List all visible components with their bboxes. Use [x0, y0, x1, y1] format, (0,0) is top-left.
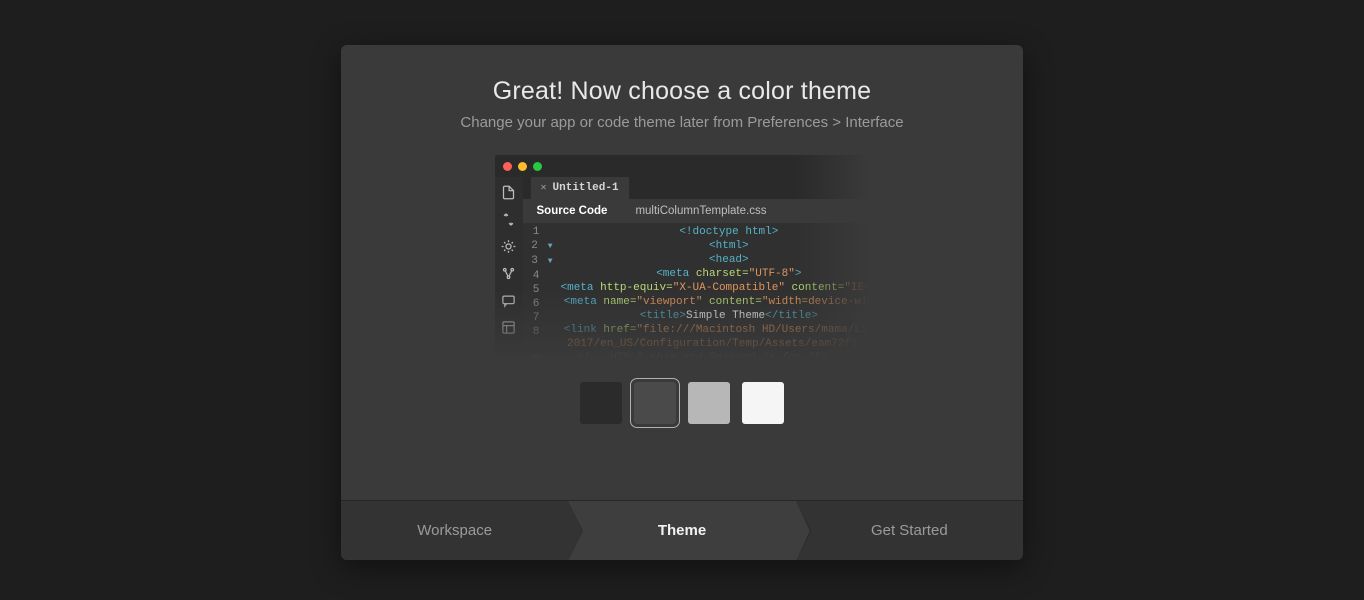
theme-swatch-light[interactable]	[688, 382, 730, 424]
step-getstarted-label: Get Started	[871, 522, 948, 539]
editor-preview: ✕ Untitled-1 Source Code multiColumnTemp…	[495, 155, 870, 360]
modal-subtitle: Change your app or code theme later from…	[361, 114, 1003, 131]
theme-swatch-darkest[interactable]	[580, 382, 622, 424]
window-zoom-icon	[533, 162, 542, 171]
file-tabbar: ✕ Untitled-1	[523, 177, 870, 199]
theme-swatch-dark[interactable]	[634, 382, 676, 424]
window-minimize-icon	[518, 162, 527, 171]
file-tab-label: Untitled-1	[553, 182, 619, 194]
step-workspace[interactable]: Workspace	[341, 501, 568, 560]
arrows-icon	[501, 212, 516, 227]
window-close-icon	[503, 162, 512, 171]
step-theme[interactable]: Theme	[568, 501, 795, 560]
line-gutter: 1 2 ▼ 3 ▼ 4 5 6 7 8 9	[523, 223, 557, 360]
theme-setup-modal: Great! Now choose a color theme Change y…	[341, 45, 1023, 560]
theme-swatch-lightest[interactable]	[742, 382, 784, 424]
bug-icon	[501, 239, 516, 254]
tab-close-icon: ✕	[541, 182, 547, 194]
modal-title: Great! Now choose a color theme	[361, 77, 1003, 106]
subtab-source: Source Code	[523, 199, 622, 223]
theme-preview: ✕ Untitled-1 Source Code multiColumnTemp…	[495, 155, 870, 360]
subtab-other: multiColumnTemplate.css	[621, 199, 780, 223]
nodes-icon	[501, 266, 516, 281]
step-workspace-label: Workspace	[417, 522, 492, 539]
editor-iconbar	[495, 177, 523, 360]
code-area: 1 2 ▼ 3 ▼ 4 5 6 7 8 9	[523, 223, 870, 360]
step-getstarted[interactable]: Get Started	[796, 501, 1023, 560]
file-icon	[501, 185, 516, 200]
comment-icon	[501, 293, 516, 308]
sub-tabbar: Source Code multiColumnTemplate.css	[523, 199, 870, 223]
window-titlebar	[495, 155, 870, 177]
code-content: <!doctype html> <html> <head> <meta char…	[557, 223, 870, 360]
step-theme-label: Theme	[658, 522, 706, 539]
layout-icon	[501, 320, 516, 335]
step-footer: Workspace Theme Get Started	[341, 500, 1023, 560]
file-tab: ✕ Untitled-1	[531, 177, 629, 199]
modal-body: Great! Now choose a color theme Change y…	[341, 45, 1023, 500]
theme-swatches	[361, 382, 1003, 424]
